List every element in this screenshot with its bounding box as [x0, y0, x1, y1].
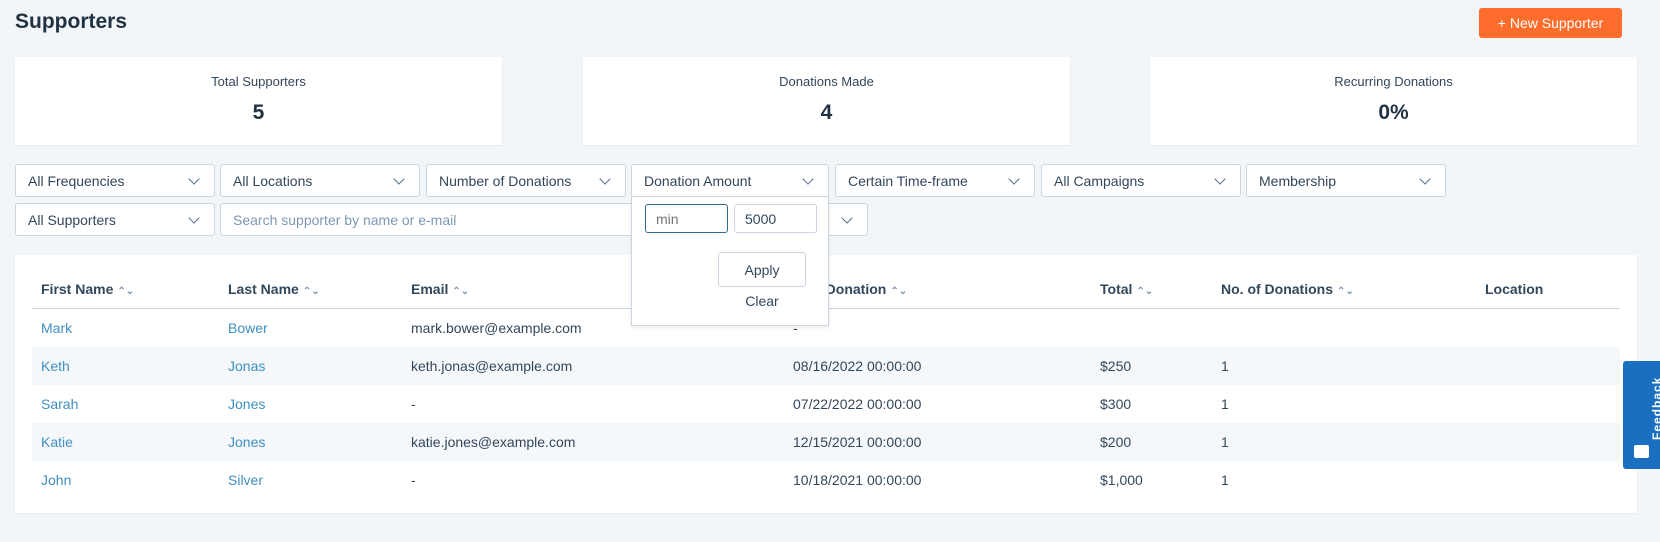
cell-total: $200 [1100, 434, 1132, 450]
clear-button[interactable]: Clear [718, 293, 806, 309]
column-header-last-name[interactable]: Last Name ⌃⌄ [228, 281, 320, 297]
column-header-location: Location [1485, 281, 1544, 297]
sort-icon: ⌃⌄ [1337, 286, 1354, 297]
stat-label: Donations Made [779, 74, 874, 89]
sort-icon: ⌃⌄ [1136, 286, 1154, 297]
campaigns-filter[interactable]: All Campaigns [1041, 164, 1241, 197]
sort-icon: ⌃⌄ [117, 286, 135, 297]
frequency-filter[interactable]: All Frequencies [15, 164, 215, 197]
min-amount-input[interactable] [645, 204, 728, 233]
donation-amount-filter[interactable]: Donation Amount [631, 164, 829, 197]
sort-icon: ⌃⌄ [890, 286, 908, 297]
cell-last-name[interactable]: Jones [228, 423, 265, 461]
location-filter[interactable]: All Locations [220, 164, 420, 197]
cell-no-of-donations: 1 [1221, 472, 1229, 488]
max-amount-input[interactable] [734, 204, 817, 233]
cell-first-name[interactable]: Mark [41, 309, 72, 347]
supporters-filter[interactable]: All Supporters [15, 203, 215, 236]
filter-label: Number of Donations [439, 172, 572, 189]
table-row[interactable]: Sarah Jones - 07/22/2022 00:00:00 $300 1 [32, 385, 1620, 423]
column-header-no-of-donations[interactable]: No. of Donations ⌃⌄ [1221, 281, 1354, 297]
column-header-email[interactable]: Email ⌃⌄ [411, 281, 469, 297]
stat-total-supporters: Total Supporters 5 [15, 57, 502, 145]
table-row[interactable]: John Silver - 10/18/2021 00:00:00 $1,000 1 [32, 461, 1620, 499]
chevron-down-icon [1214, 172, 1226, 185]
stat-value: 0% [1378, 101, 1409, 124]
chat-icon [1634, 445, 1649, 458]
number-of-donations-filter[interactable]: Number of Donations [426, 164, 626, 197]
chevron-down-icon [393, 172, 405, 185]
chevron-down-icon [1419, 172, 1431, 185]
stat-value: 5 [252, 101, 265, 124]
stat-donations-made: Donations Made 4 [583, 57, 1070, 145]
filter-label: All Locations [233, 172, 313, 189]
cell-email: mark.bower@example.com [411, 320, 582, 336]
sort-icon: ⌃⌄ [302, 286, 320, 297]
chevron-down-icon [802, 172, 814, 185]
cell-last-name[interactable]: Jones [228, 385, 265, 423]
feedback-tab[interactable]: Feedback [1623, 361, 1660, 469]
donation-amount-panel: Apply Clear [631, 197, 829, 326]
chevron-down-icon [188, 211, 200, 224]
stat-value: 4 [820, 101, 833, 124]
filter-label: All Frequencies [28, 172, 125, 189]
membership-filter[interactable]: Membership [1246, 164, 1446, 197]
stat-label: Total Supporters [211, 74, 306, 89]
cell-last-donation: 08/16/2022 00:00:00 [793, 358, 922, 374]
new-supporter-button[interactable]: + New Supporter [1479, 8, 1622, 38]
column-header-first-name[interactable]: First Name ⌃⌄ [41, 281, 134, 297]
cell-email: - [411, 396, 416, 412]
cell-total: $250 [1100, 358, 1132, 374]
sort-icon: ⌃⌄ [452, 286, 470, 297]
cell-first-name[interactable]: Sarah [41, 385, 78, 423]
cell-last-donation: 07/22/2022 00:00:00 [793, 396, 922, 412]
chevron-down-icon [188, 172, 200, 185]
cell-last-name[interactable]: Bower [228, 309, 268, 347]
filter-label: All Supporters [28, 211, 116, 228]
filter-label: Donation Amount [644, 172, 752, 189]
cell-first-name[interactable]: John [41, 461, 71, 499]
chevron-down-icon [599, 172, 611, 185]
time-frame-filter[interactable]: Certain Time-frame [835, 164, 1035, 197]
stat-label: Recurring Donations [1334, 74, 1453, 89]
chevron-down-icon [841, 211, 853, 224]
cell-first-name[interactable]: Katie [41, 423, 73, 461]
filter-label: All Campaigns [1054, 172, 1145, 189]
search-input[interactable] [220, 203, 640, 236]
cell-total: $300 [1100, 396, 1132, 412]
chevron-down-icon [1008, 172, 1020, 185]
filter-label: Certain Time-frame [848, 172, 968, 189]
cell-first-name[interactable]: Keth [41, 347, 70, 385]
cell-last-donation: 12/15/2021 00:00:00 [793, 434, 922, 450]
table-row[interactable]: Keth Jonas keth.jonas@example.com 08/16/202… [32, 347, 1620, 385]
table-row[interactable]: Katie Jones katie.jones@example.com 12/15/2… [32, 423, 1620, 461]
page-title: Supporters [15, 10, 128, 33]
feedback-label: Feedback [1650, 376, 1660, 440]
cell-total: $1,000 [1100, 472, 1143, 488]
column-header-total[interactable]: Total ⌃⌄ [1100, 281, 1153, 297]
filter-label: Membership [1259, 172, 1337, 189]
cell-no-of-donations: 1 [1221, 358, 1229, 374]
cell-email: - [411, 472, 416, 488]
cell-last-name[interactable]: Jonas [228, 347, 265, 385]
cell-last-donation: 10/18/2021 00:00:00 [793, 472, 922, 488]
cell-email: katie.jones@example.com [411, 434, 576, 450]
apply-button[interactable]: Apply [718, 252, 806, 287]
stat-recurring-donations: Recurring Donations 0% [1150, 57, 1637, 145]
cell-email: keth.jonas@example.com [411, 358, 573, 374]
cell-no-of-donations: 1 [1221, 396, 1229, 412]
cell-no-of-donations: 1 [1221, 434, 1229, 450]
cell-last-name[interactable]: Silver [228, 461, 263, 499]
